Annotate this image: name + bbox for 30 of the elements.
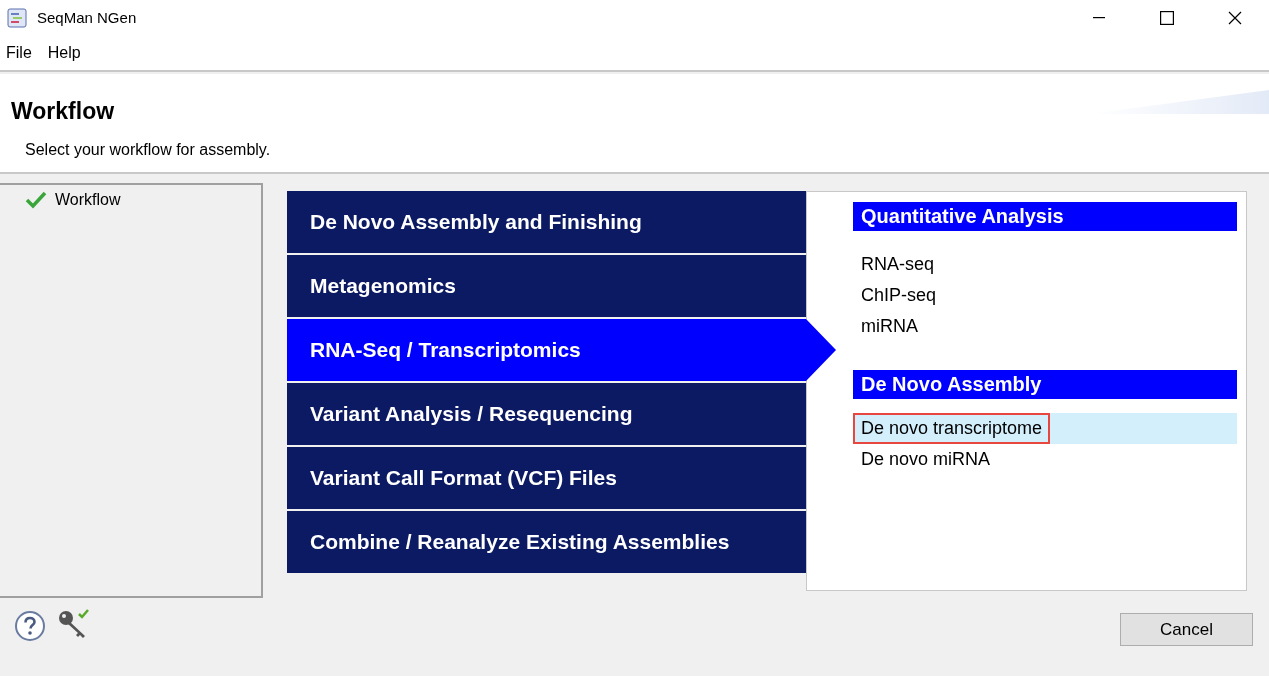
workflow-item-label: RNA-seq [860, 253, 936, 276]
workflow-item-label: De novo transcriptome [853, 413, 1051, 444]
app-icon [7, 8, 27, 28]
workflow-item-label: ChIP-seq [860, 284, 938, 307]
cancel-button[interactable]: Cancel [1120, 613, 1253, 646]
minimize-icon [1093, 17, 1105, 19]
page-title: Workflow [11, 97, 115, 126]
workflow-option[interactable]: Metagenomics [287, 255, 806, 317]
menu-item[interactable]: File [6, 41, 32, 65]
section-header: Quantitative Analysis [853, 202, 1237, 231]
workflow-item-label: De novo miRNA [860, 448, 992, 471]
workflow-option[interactable]: De Novo Assembly and Finishing [287, 191, 806, 253]
window-title: SeqMan NGen [37, 7, 137, 28]
workflow-item-row[interactable]: De novo transcriptome [853, 413, 1237, 444]
workflow-option[interactable]: Variant Analysis / Resequencing [287, 383, 806, 445]
workflow-item-row[interactable]: De novo miRNA [853, 444, 1237, 475]
selection-pointer [806, 319, 836, 381]
workflow-item-row[interactable]: ChIP-seq [853, 280, 1237, 311]
close-icon [1228, 11, 1242, 25]
workflow-item-label: miRNA [860, 315, 919, 338]
workflow-item-row[interactable]: miRNA [853, 311, 1237, 342]
workflow-option[interactable]: Combine / Reanalyze Existing Assemblies [287, 511, 806, 573]
workflow-item-row[interactable]: RNA-seq [853, 249, 1237, 280]
tree-item[interactable]: Workflow [55, 188, 121, 212]
section-header: De Novo Assembly [853, 370, 1237, 399]
maximize-icon [1160, 11, 1174, 25]
menu-item[interactable]: Help [47, 41, 81, 65]
page-subtitle: Select your workflow for assembly. [25, 140, 271, 160]
workflow-option[interactable]: Variant Call Format (VCF) Files [287, 447, 806, 509]
help-icon[interactable] [14, 610, 46, 642]
